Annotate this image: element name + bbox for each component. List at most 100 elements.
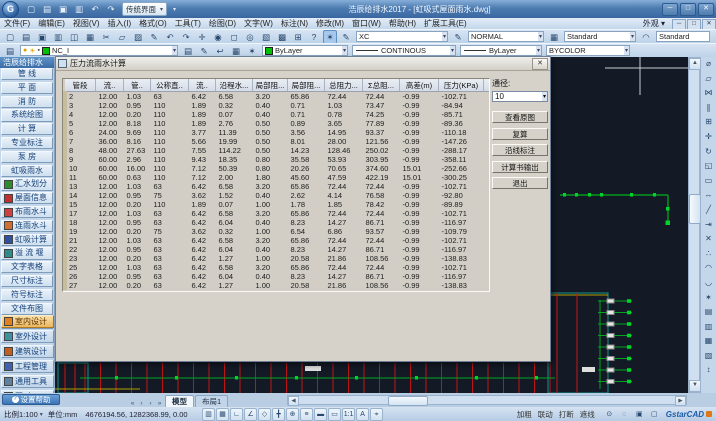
mirror-icon[interactable]: ⋈ [701, 86, 716, 101]
annotation-scale-icon[interactable]: 1:1 [342, 407, 356, 421]
maximize-button[interactable]: □ [680, 2, 696, 16]
copy-icon[interactable]: ▱ [115, 30, 129, 44]
app-logo[interactable]: G [2, 0, 19, 18]
mdi-restore-button[interactable]: □ [687, 18, 701, 30]
layer-combo[interactable]: ● ☀ ▪ NC_I ▾ [20, 45, 178, 56]
osnap-icon[interactable]: ◇ [258, 407, 272, 421]
menu-item[interactable]: 视图(V) [69, 18, 104, 29]
copy-icon[interactable]: ▱ [701, 72, 716, 87]
table-row[interactable]: 21 12.00 1.03 63 6.42 6.58 3.20 65.86 72.44 72.44… [63, 236, 489, 245]
grid-icon[interactable]: ▦ [216, 407, 230, 421]
sidebar-item-place-rain-hopper[interactable]: 布雨水斗 [1, 205, 53, 219]
draw-order-under-icon[interactable]: ▧ [701, 349, 716, 364]
scroll-right-icon[interactable]: ▶ [675, 396, 686, 406]
polar-icon[interactable]: ∠ [244, 407, 258, 421]
open-icon[interactable]: ▤ [19, 30, 33, 44]
help-icon[interactable]: ? [307, 30, 321, 44]
table-row[interactable]: 19 12.00 0.20 75 3.62 0.32 1.00 6.54 6.86 93.57 -0… [63, 227, 489, 236]
table-row[interactable]: 14 12.00 0.95 75 3.62 1.52 0.40 2.62 4.14 76.58 -0… [63, 191, 489, 200]
save-icon[interactable]: ▣ [56, 2, 70, 16]
snap-icon[interactable]: ▥ [202, 407, 216, 421]
workspace-combo[interactable]: 传统界面 ▾ [122, 2, 168, 16]
chevron-down-icon[interactable]: ▾ [537, 32, 543, 41]
move-icon[interactable]: ✛ [701, 130, 716, 145]
table-row[interactable]: 26 12.00 0.95 63 6.42 6.04 0.40 8.23 14.27 86.71 -… [63, 272, 489, 281]
color-combo[interactable]: ByLayer ▾ [262, 45, 348, 56]
sidebar-item-pro-annotation[interactable]: 专业标注 [1, 136, 53, 150]
inline-annotate-button[interactable]: 沿线标注 [492, 144, 548, 156]
save-icon[interactable]: ▣ [35, 30, 49, 44]
erase-icon[interactable]: ⌀ [701, 57, 716, 72]
sidebar-tab-general-tools[interactable]: 通用工具 [1, 375, 54, 388]
ortho-icon[interactable]: ∟ [230, 407, 244, 421]
lineweight-icon[interactable]: ▬ [314, 407, 328, 421]
vertical-scrollbar[interactable]: ▲ ▼ [688, 57, 701, 393]
first-tab-icon[interactable]: « [128, 400, 137, 407]
open-icon[interactable]: ▤ [40, 2, 54, 16]
screen-icon[interactable]: ▣ [633, 408, 646, 421]
menu-item[interactable]: 标注(N) [277, 18, 312, 29]
table-row[interactable]: 22 12.00 0.95 63 6.42 6.04 0.40 8.23 14.27 86.71 -… [63, 245, 489, 254]
point-style-icon[interactable]: ✶ [323, 29, 337, 44]
layer-color-swatch[interactable] [42, 46, 50, 55]
table-row[interactable]: 15 12.00 0.20 110 1.89 0.07 1.00 1.78 1.85 78.42 -… [63, 200, 489, 209]
draw-order-front-icon[interactable]: ▤ [701, 305, 716, 320]
status-toggle-0[interactable]: 加粗 [514, 409, 535, 420]
caliber-select[interactable]: 10 ▾ [492, 91, 548, 102]
lengthen-icon[interactable]: ↔ [701, 188, 716, 203]
sidebar-item-file-layout[interactable]: 文件布图 [1, 302, 53, 315]
table-style-icon[interactable]: ▦ [547, 30, 561, 44]
dyn-icon[interactable]: ≡ [300, 407, 314, 421]
extend-icon[interactable]: ⇥ [701, 218, 716, 233]
pipe-style-combo[interactable]: NORMAL ▾ [468, 31, 544, 42]
table-row[interactable]: 17 12.00 1.03 63 6.42 6.58 3.20 65.86 72.44 72.44… [63, 209, 489, 218]
sidebar-item-siphon-rainwater[interactable]: 虹吸雨水 [1, 164, 53, 177]
properties-icon[interactable]: ▧ [259, 30, 273, 44]
close-button[interactable]: ✕ [698, 2, 714, 16]
scroll-left-icon[interactable]: ◀ [288, 396, 299, 406]
menu-item[interactable]: 文字(W) [240, 18, 277, 29]
redo-icon[interactable]: ↷ [179, 30, 193, 44]
sidebar-item-system-drawing[interactable]: 系统绘图 [1, 109, 53, 122]
sidebar-item-connect-rain-hopper[interactable]: 连雨水斗 [1, 219, 53, 233]
table-row[interactable]: 7 36.00 8.16 110 5.66 19.99 0.50 8.01 28.00 121.5… [63, 137, 489, 146]
dialog-close-button[interactable]: ✕ [532, 57, 548, 70]
zoom-window-icon[interactable]: ◻ [227, 30, 241, 44]
dialog-titlebar[interactable]: 压力流雨水计算 ✕ [56, 57, 550, 71]
chevron-down-icon[interactable]: ▾ [535, 46, 541, 55]
dim-style-icon[interactable]: ◠ [639, 30, 653, 44]
print-icon[interactable]: ▥ [72, 2, 86, 16]
menu-item[interactable]: 绘图(D) [205, 18, 240, 29]
layer-manager-icon[interactable]: ▤ [3, 44, 17, 58]
menu-item[interactable]: 工具(T) [171, 18, 205, 29]
offset-icon[interactable]: ∥ [701, 101, 716, 116]
table-style-combo[interactable]: Standard ▾ [564, 31, 636, 42]
recalculate-button[interactable]: 复算 [492, 127, 548, 140]
horizontal-scrollbar[interactable]: ◀ ▶ [287, 395, 687, 406]
export-calculation-book-button[interactable]: 计算书输出 [492, 160, 548, 173]
break-icon[interactable]: ✕ [701, 232, 716, 247]
cut-icon[interactable]: ✂ [99, 30, 113, 44]
autoscale-icon[interactable]: ⌖ [370, 407, 384, 421]
scale-combo[interactable]: 比例1:100 ▾ [4, 409, 43, 420]
table-row[interactable]: 2 12.00 1.03 63 6.42 6.58 3.20 65.86 72.44 72.44 -… [63, 91, 489, 101]
plot-style-combo[interactable]: BYCOLOR ▾ [546, 45, 630, 56]
table-row[interactable]: 23 12.00 0.20 63 6.42 1.27 1.00 20.58 21.86 108.5… [63, 254, 489, 263]
chevron-down-icon[interactable]: ▾ [341, 46, 347, 55]
table-row[interactable]: 18 12.00 0.95 63 6.42 6.04 0.40 8.23 14.27 86.71 -… [63, 218, 489, 227]
stretch-icon[interactable]: ▭ [701, 174, 716, 189]
setting-help-button[interactable]: ? 设置帮助 [2, 394, 60, 405]
calculation-table[interactable]: 管段 流.. 管.. 公称直.. 流.. 沿程水... 局部阻... 局部阻... 总阻力...… [63, 79, 489, 290]
quick-toolbar-more-icon[interactable]: ▾ [173, 6, 176, 13]
ucs-icon[interactable]: ⊕ [286, 407, 300, 421]
clean-screen-icon[interactable]: ▢ [648, 408, 661, 421]
table-row[interactable]: 6 24.00 9.69 110 3.77 11.39 0.50 3.56 14.95 93.37… [63, 128, 489, 137]
minimize-button[interactable]: ─ [662, 2, 678, 16]
status-toggle-2[interactable]: 打断 [556, 409, 577, 420]
zoom-realtime-icon[interactable]: ◉ [211, 30, 225, 44]
lock-ui-icon[interactable]: ⊙ [603, 408, 616, 421]
sidebar-item-siphon-calc[interactable]: 虹吸计算 [1, 233, 53, 246]
lineweight-combo[interactable]: ByLayer ▾ [460, 45, 542, 56]
tab-layout1[interactable]: 布局1 [195, 395, 229, 407]
undo-icon[interactable]: ↶ [88, 2, 102, 16]
